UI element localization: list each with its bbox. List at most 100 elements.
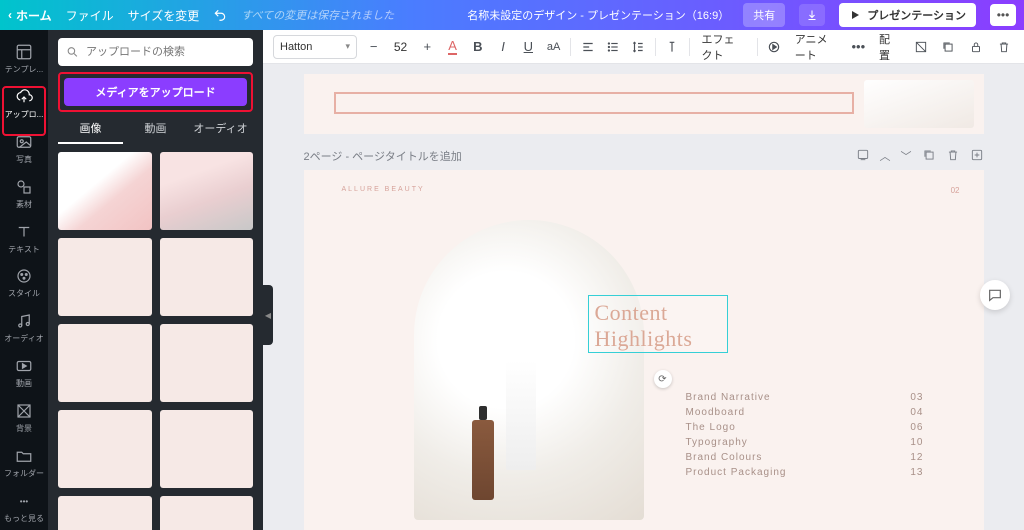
upload-thumb[interactable] xyxy=(160,324,254,402)
toc-row: Typography10 xyxy=(686,435,924,450)
upload-subtabs: 画像 動画 オーディオ xyxy=(48,120,263,152)
list-bullet-button[interactable] xyxy=(604,36,621,58)
page-1-preview[interactable] xyxy=(304,74,984,134)
position-button[interactable]: 配置 xyxy=(875,31,903,63)
spacing-button[interactable] xyxy=(629,36,646,58)
animate-icon xyxy=(765,36,782,58)
transparency-button[interactable] xyxy=(911,36,931,58)
rail-template[interactable]: テンプレ... xyxy=(0,36,48,81)
element-icon xyxy=(14,177,34,197)
slide-toc[interactable]: Brand Narrative03 Moodboard04 The Logo06… xyxy=(686,390,924,480)
page-notes-button[interactable] xyxy=(856,148,870,164)
toc-row: Brand Narrative03 xyxy=(686,390,924,405)
template-icon xyxy=(14,42,34,62)
upload-icon xyxy=(14,87,34,107)
effects-button[interactable]: エフェクト xyxy=(698,31,749,63)
toc-row: Moodboard04 xyxy=(686,405,924,420)
resize-menu[interactable]: サイズを変更 xyxy=(128,7,200,24)
undo-button[interactable] xyxy=(213,8,227,22)
page-label[interactable]: 2ページ - ページタイトルを追加 xyxy=(304,148,462,164)
underline-button[interactable]: U xyxy=(520,36,537,58)
sync-icon[interactable]: ⟳ xyxy=(654,370,672,388)
top-bar: ‹ ホーム ファイル サイズを変更 すべての変更は保存されました 名称未設定のデ… xyxy=(0,0,1024,30)
background-icon xyxy=(14,401,34,421)
comment-icon xyxy=(987,287,1003,303)
uploads-panel: メディアをアップロード 画像 動画 オーディオ xyxy=(48,30,263,530)
text-color-button[interactable]: A xyxy=(444,36,461,58)
font-size-value[interactable]: 52 xyxy=(390,40,410,54)
upload-media-button[interactable]: メディアをアップロード xyxy=(64,78,247,106)
more-menu-button[interactable]: ••• xyxy=(990,4,1016,26)
toc-row: Product Packaging13 xyxy=(686,465,924,480)
upload-thumb[interactable] xyxy=(160,410,254,488)
toc-row: The Logo06 xyxy=(686,420,924,435)
style-icon xyxy=(14,266,34,286)
delete-button[interactable] xyxy=(994,36,1014,58)
rail-photo[interactable]: 写真 xyxy=(0,126,48,171)
rail-text[interactable]: テキスト xyxy=(0,216,48,261)
slide-brand-label: ALLURE BEAUTY xyxy=(342,186,425,193)
help-button[interactable] xyxy=(980,280,1010,310)
design-title[interactable]: 名称未設定のデザイン - プレゼンテーション（16:9） xyxy=(467,7,729,23)
rail-video[interactable]: 動画 xyxy=(0,350,48,395)
case-button[interactable]: aA xyxy=(545,36,562,58)
left-rail: テンプレ... アップロ... 写真 素材 テキスト スタイル オーディオ 動画… xyxy=(0,30,48,530)
rail-more[interactable]: ••• もっと見る xyxy=(0,485,48,530)
file-menu[interactable]: ファイル xyxy=(66,7,114,24)
page-delete-button[interactable] xyxy=(946,148,960,164)
text-toolbar: Hatton − 52 + A B I U aA エフェクト アニメート •••… xyxy=(263,30,1024,64)
font-size-minus[interactable]: − xyxy=(365,36,382,58)
rail-folder[interactable]: フォルダー xyxy=(0,440,48,485)
share-button[interactable]: 共有 xyxy=(743,3,785,27)
slide-title-textbox[interactable]: Content Highlights xyxy=(588,295,728,353)
slide-image-arch[interactable] xyxy=(414,220,644,520)
tutorial-highlight-upload: メディアをアップロード xyxy=(58,72,253,112)
lock-button[interactable] xyxy=(966,36,986,58)
video-icon xyxy=(14,356,34,376)
bold-button[interactable]: B xyxy=(469,36,486,58)
more-icon: ••• xyxy=(14,491,34,511)
home-button[interactable]: ‹ ホーム xyxy=(8,7,52,24)
rail-upload[interactable]: アップロ... xyxy=(0,81,48,126)
rail-background[interactable]: 背景 xyxy=(0,395,48,440)
present-button[interactable]: プレゼンテーション xyxy=(839,3,976,27)
page-duplicate-button[interactable] xyxy=(922,148,936,164)
toolbar-more-button[interactable]: ••• xyxy=(850,36,867,58)
page-controls: 2ページ - ページタイトルを追加 ︿ ﹀ xyxy=(304,148,984,164)
upload-thumb[interactable] xyxy=(58,238,152,316)
download-button[interactable] xyxy=(799,4,825,26)
animate-button[interactable]: アニメート xyxy=(791,31,842,63)
font-select[interactable]: Hatton xyxy=(273,35,357,59)
align-button[interactable] xyxy=(579,36,596,58)
rail-style[interactable]: スタイル xyxy=(0,261,48,306)
copy-style-button[interactable] xyxy=(939,36,959,58)
page-move-up-button[interactable]: ︿ xyxy=(880,148,891,164)
vertical-text-button[interactable] xyxy=(664,36,681,58)
slide-page-number: 02 xyxy=(951,186,960,195)
upload-thumb[interactable] xyxy=(58,152,152,230)
page-add-button[interactable] xyxy=(970,148,984,164)
rail-element[interactable]: 素材 xyxy=(0,171,48,216)
upload-thumb[interactable] xyxy=(58,496,152,530)
play-icon xyxy=(849,9,861,21)
canvas-area[interactable]: 2ページ - ページタイトルを追加 ︿ ﹀ ALLURE BEAUTY 02 C… xyxy=(263,64,1024,530)
undo-icon xyxy=(213,8,227,22)
upload-thumb[interactable] xyxy=(58,410,152,488)
photo-icon xyxy=(14,132,34,152)
font-size-plus[interactable]: + xyxy=(419,36,436,58)
upload-thumb[interactable] xyxy=(160,152,254,230)
rail-audio[interactable]: オーディオ xyxy=(0,305,48,350)
upload-thumb[interactable] xyxy=(58,324,152,402)
tab-video[interactable]: 動画 xyxy=(123,120,188,144)
audio-icon xyxy=(14,311,34,331)
uploads-grid xyxy=(48,152,263,530)
search-input[interactable] xyxy=(58,38,253,66)
page-2[interactable]: ALLURE BEAUTY 02 Content Highlights ⟳ Br… xyxy=(304,170,984,530)
page-move-down-button[interactable]: ﹀ xyxy=(901,148,912,164)
upload-thumb[interactable] xyxy=(160,496,254,530)
tab-audio[interactable]: オーディオ xyxy=(188,120,253,144)
tab-image[interactable]: 画像 xyxy=(58,120,123,144)
download-icon xyxy=(806,9,818,21)
upload-thumb[interactable] xyxy=(160,238,254,316)
italic-button[interactable]: I xyxy=(494,36,511,58)
